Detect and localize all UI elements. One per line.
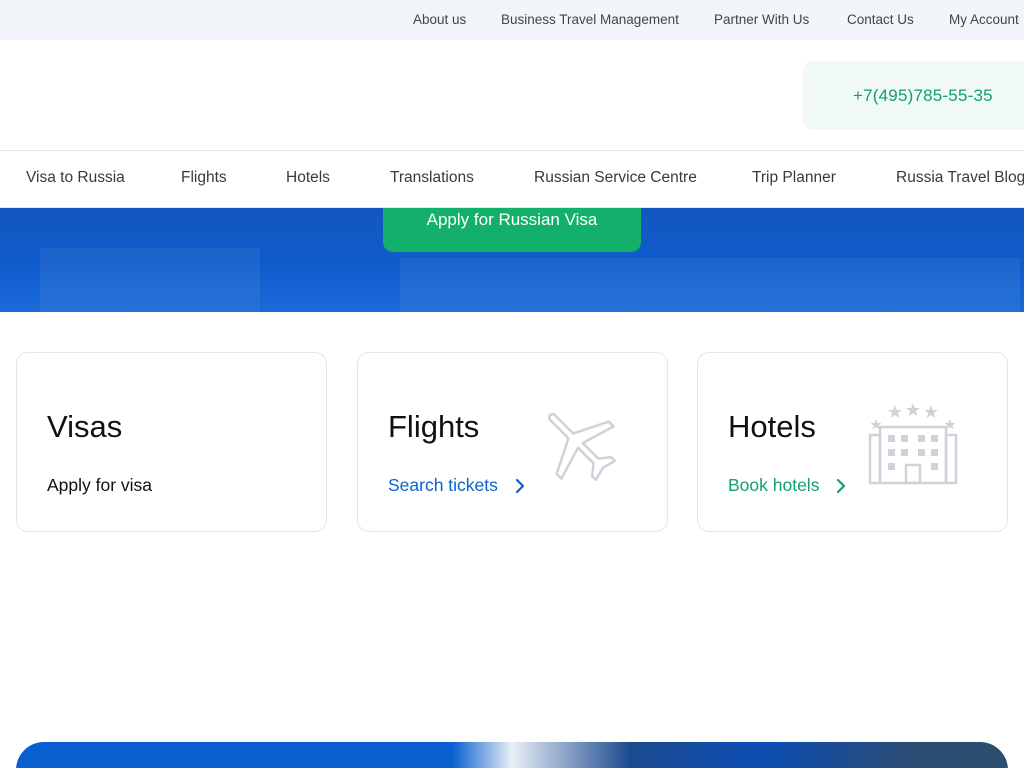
flights-card-title: Flights bbox=[388, 409, 480, 444]
hotels-card-title: Hotels bbox=[728, 409, 816, 444]
nav-item-visa-to-russia[interactable]: Visa to Russia bbox=[26, 169, 125, 187]
search-tickets-label: Search tickets bbox=[388, 475, 498, 495]
apply-for-visa-label: Apply for visa bbox=[47, 475, 153, 495]
hero-banner: Apply for Russian Visa bbox=[0, 208, 1024, 312]
apply-russian-visa-label: Apply for Russian Visa bbox=[426, 210, 598, 229]
phone-contact-box[interactable]: +7(495)785-55-35 bbox=[803, 61, 1024, 130]
phone-number[interactable]: +7(495)785-55-35 bbox=[853, 86, 993, 106]
partner-with-us-link[interactable]: Partner With Us bbox=[714, 12, 809, 27]
visas-card-title: Visas bbox=[47, 409, 123, 444]
main-navigation: Visa to Russia Flights Hotels Translatio… bbox=[0, 150, 1024, 208]
chevron-right-icon bbox=[837, 478, 846, 494]
apply-russian-visa-button[interactable]: Apply for Russian Visa bbox=[383, 208, 641, 252]
business-travel-management-link[interactable]: Business Travel Management bbox=[501, 12, 679, 27]
book-hotels-link[interactable]: Book hotels bbox=[728, 475, 846, 496]
chevron-right-icon bbox=[515, 478, 524, 494]
hero-background-palace bbox=[400, 258, 1020, 312]
hero-background-building bbox=[40, 248, 260, 312]
search-tickets-link[interactable]: Search tickets bbox=[388, 475, 525, 496]
hotel-building-icon bbox=[868, 403, 958, 485]
visas-card[interactable]: Visas Apply for visa bbox=[16, 352, 327, 532]
nav-item-russian-service-centre[interactable]: Russian Service Centre bbox=[534, 169, 697, 187]
airplane-icon bbox=[548, 413, 617, 482]
nav-item-flights[interactable]: Flights bbox=[181, 169, 227, 187]
nav-item-russia-travel-blog[interactable]: Russia Travel Blog bbox=[896, 169, 1024, 187]
my-account-link[interactable]: My Account bbox=[949, 12, 1019, 27]
hotels-card[interactable]: Hotels Book hotels bbox=[697, 352, 1008, 532]
flights-card[interactable]: Flights Search tickets bbox=[357, 352, 668, 532]
site-header: +7(495)785-55-35 bbox=[0, 40, 1024, 150]
apply-for-visa-link[interactable]: Apply for visa bbox=[47, 475, 152, 496]
nav-item-trip-planner[interactable]: Trip Planner bbox=[752, 169, 836, 187]
about-us-link[interactable]: About us bbox=[413, 12, 466, 27]
top-utility-bar: About us Business Travel Management Part… bbox=[0, 0, 1024, 40]
contact-us-link[interactable]: Contact Us bbox=[847, 12, 914, 27]
nav-item-translations[interactable]: Translations bbox=[390, 169, 474, 187]
book-hotels-label: Book hotels bbox=[728, 475, 820, 495]
nav-item-hotels[interactable]: Hotels bbox=[286, 169, 330, 187]
promo-banner bbox=[16, 742, 1008, 768]
